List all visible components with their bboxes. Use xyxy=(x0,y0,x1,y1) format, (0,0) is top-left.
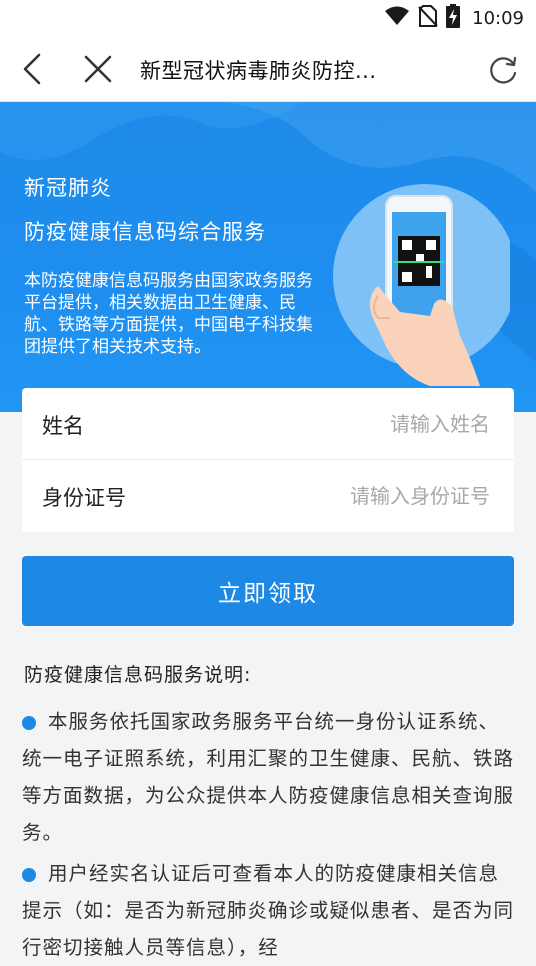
bullet-icon xyxy=(22,716,36,730)
hero-title-line2: 防疫健康信息码综合服务 xyxy=(24,220,266,244)
close-icon xyxy=(84,55,112,83)
status-icons: 10:09 xyxy=(384,4,524,32)
info-form: 姓名 身份证号 xyxy=(22,388,514,532)
hero-title-line1: 新冠肺炎 xyxy=(24,176,112,200)
name-row: 姓名 xyxy=(22,388,514,460)
wifi-icon xyxy=(384,6,410,30)
status-time: 10:09 xyxy=(472,7,524,29)
note-item: 用户经实名认证后可查看本人的防疫健康相关信息提示（如：是否为新冠肺炎确诊或疑似患… xyxy=(22,855,516,966)
status-bar: 10:09 xyxy=(0,0,536,36)
page-title: 新型冠状病毒肺炎防控... xyxy=(140,59,377,83)
no-sim-icon xyxy=(418,5,438,31)
hero-banner: 新冠肺炎 防疫健康信息码综合服务 本防疫健康信息码服务由国家政务服务平台提供，相… xyxy=(0,102,536,412)
name-label: 姓名 xyxy=(42,414,84,438)
close-button[interactable] xyxy=(78,50,118,88)
back-button[interactable] xyxy=(14,50,50,88)
name-input[interactable] xyxy=(230,406,490,442)
id-row: 身份证号 xyxy=(22,460,514,532)
note-text: 本服务依托国家政务服务平台统一身份认证系统、统一电子证照系统，利用汇聚的卫生健康… xyxy=(22,710,515,844)
notes-title: 防疫健康信息码服务说明: xyxy=(24,664,252,686)
id-number-label: 身份证号 xyxy=(42,486,126,510)
id-number-input[interactable] xyxy=(230,478,490,514)
bullet-icon xyxy=(22,868,36,882)
refresh-button[interactable] xyxy=(484,50,522,88)
claim-now-button[interactable]: 立即领取 xyxy=(22,556,514,626)
refresh-icon xyxy=(490,56,517,84)
back-icon xyxy=(23,53,41,85)
phone-qr-illustration xyxy=(333,184,510,386)
note-item: 本服务依托国家政务服务平台统一身份认证系统、统一电子证照系统，利用汇聚的卫生健康… xyxy=(22,703,516,851)
battery-charging-icon xyxy=(446,4,461,32)
toolbar: 新型冠状病毒肺炎防控... xyxy=(0,36,536,102)
hero-description: 本防疫健康信息码服务由国家政务服务平台提供，相关数据由卫生健康、民航、铁路等方面… xyxy=(24,271,313,357)
note-text: 用户经实名认证后可查看本人的防疫健康相关信息提示（如：是否为新冠肺炎确诊或疑似患… xyxy=(22,862,515,959)
